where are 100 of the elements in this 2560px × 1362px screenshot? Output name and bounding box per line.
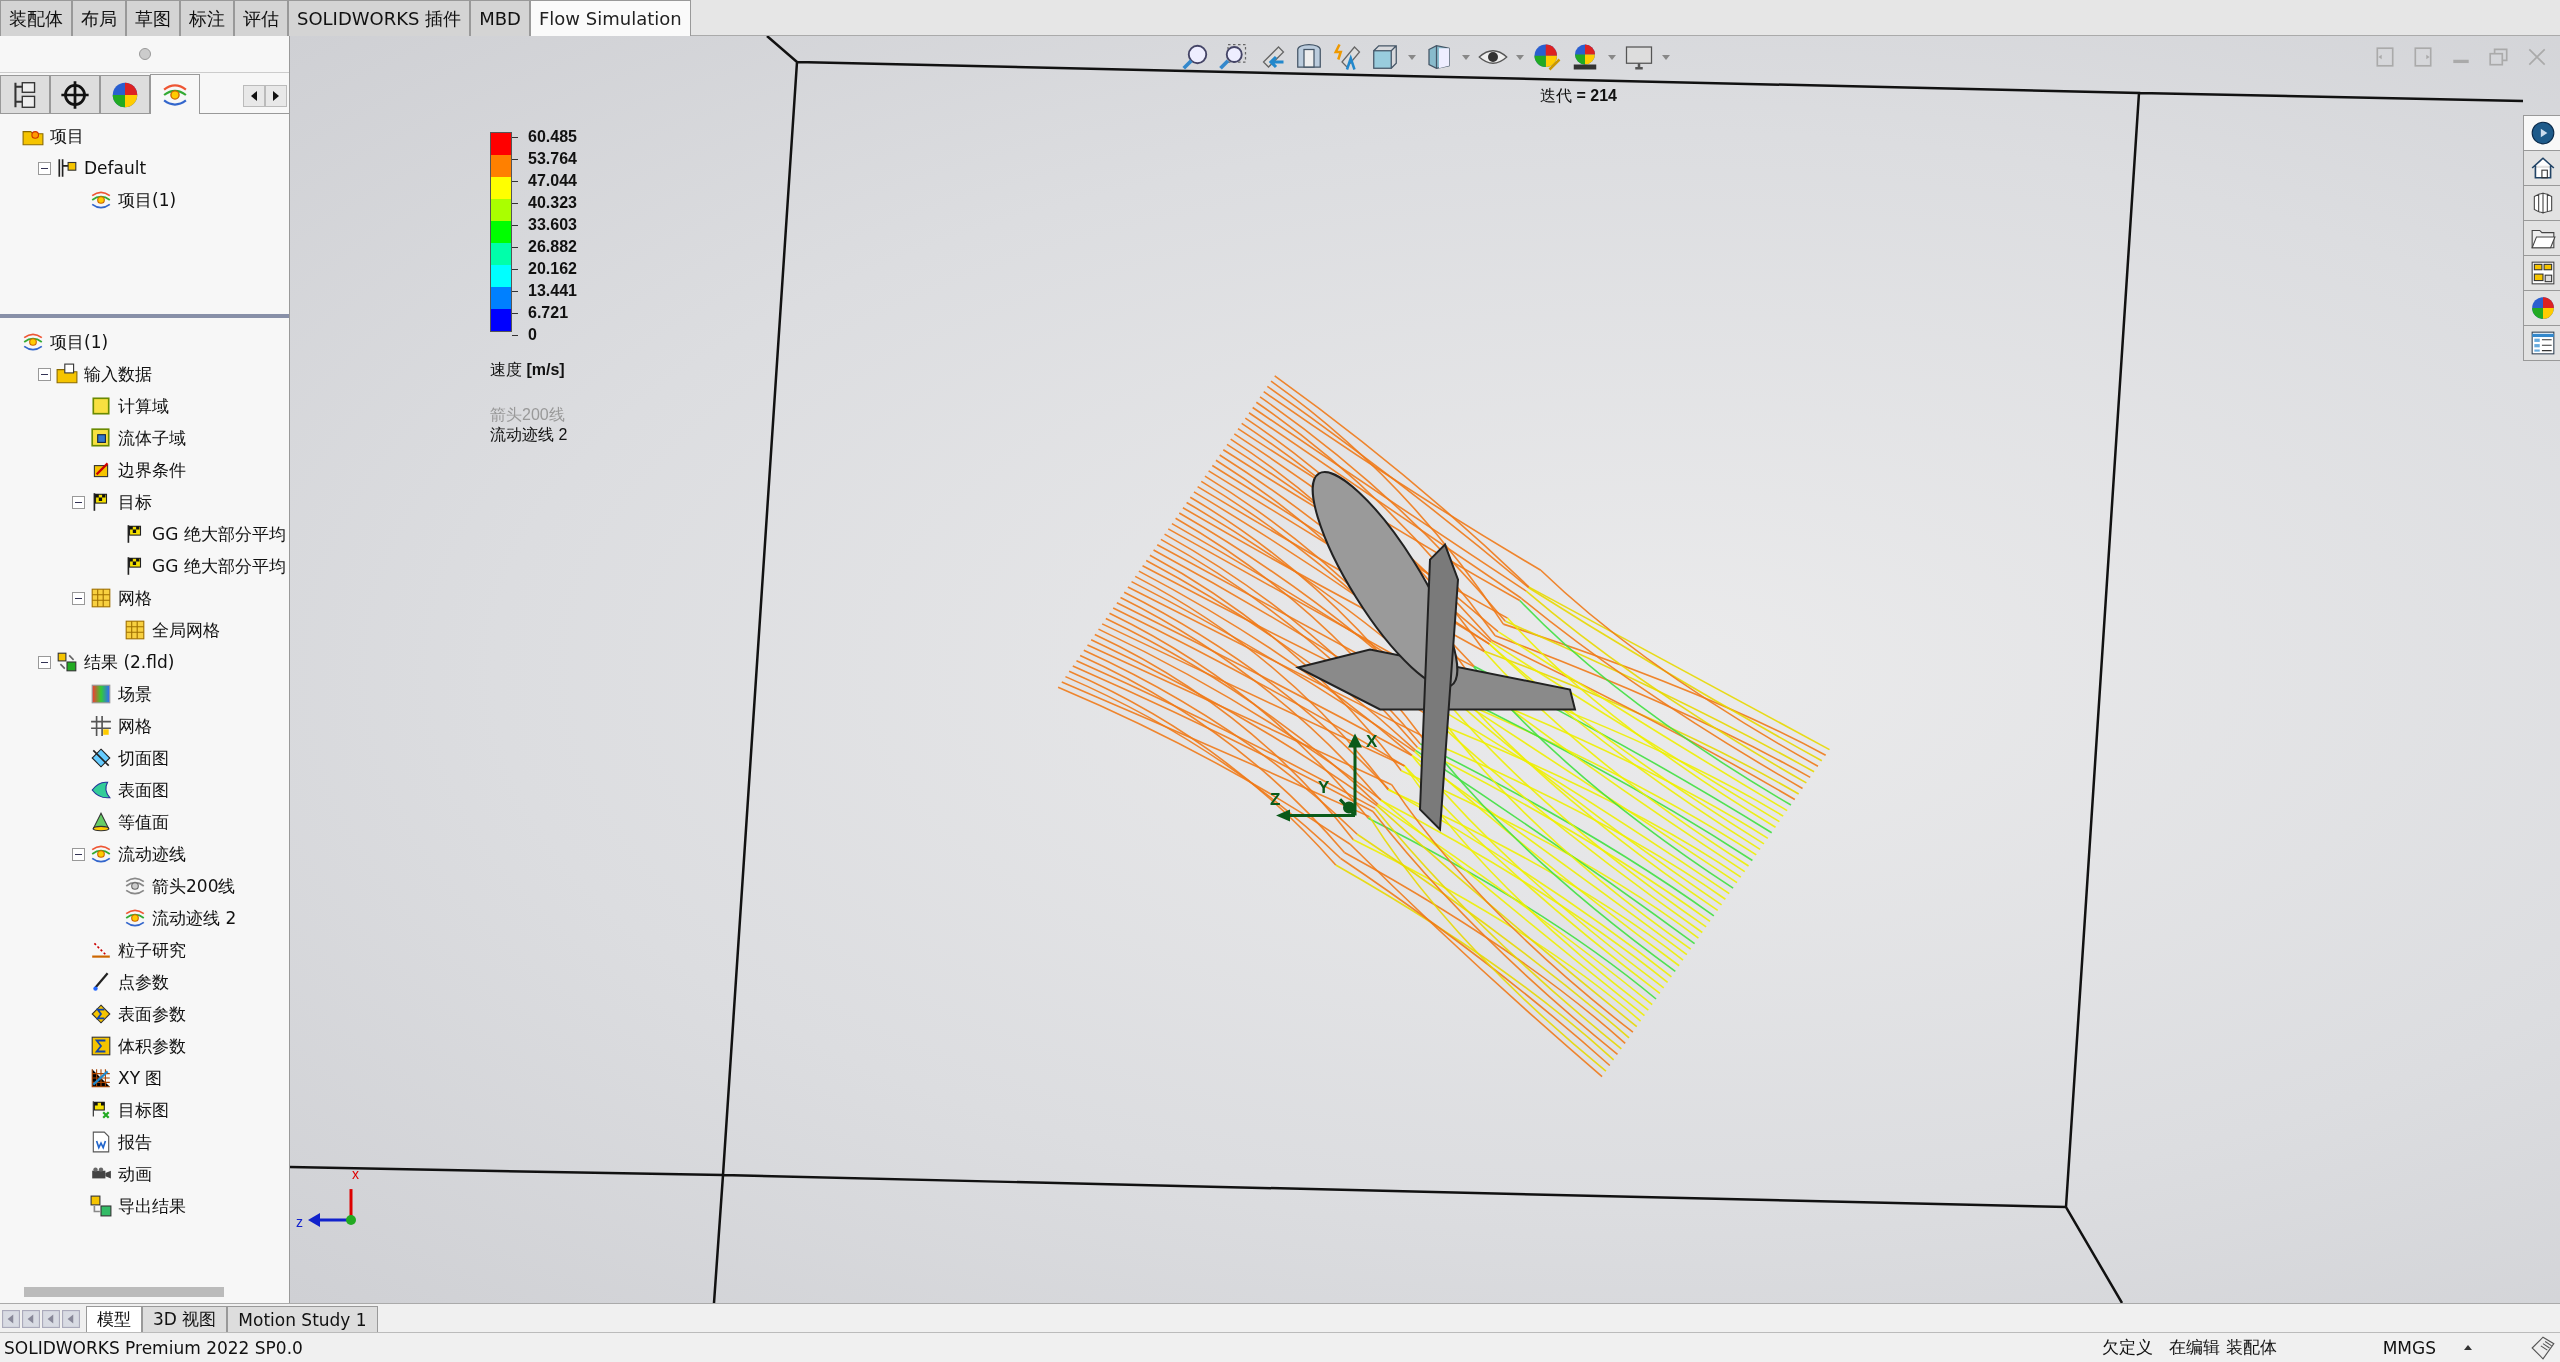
configuration-icon [56,157,78,179]
tree-item[interactable]: XY 图 [116,1066,165,1090]
tree-item[interactable]: 目标 [116,490,154,514]
axis-label: Z [1270,790,1281,810]
scale-value: 20.162 [528,260,577,278]
export-icon [90,1195,112,1217]
tree-item[interactable]: 边界条件 [116,458,188,482]
tree-item[interactable]: 输入数据 [82,362,154,386]
tree-item[interactable]: 等值面 [116,810,171,834]
caret-icon[interactable] [2464,1345,2472,1350]
color-ball-icon[interactable] [1532,42,1562,72]
cut-plot-icon [90,747,112,769]
tree-item[interactable]: GG 绝大部分平均 [150,554,288,578]
streamline-icon [90,189,112,211]
tree-item[interactable]: 流动迹线 2 [150,906,239,930]
folder-icon[interactable] [2523,220,2560,256]
caret-icon [250,91,258,101]
product-version: SOLIDWORKS Premium 2022 SP0.0 [4,1337,303,1358]
corner-triad-drawing [308,1189,356,1228]
collapse-icon[interactable] [72,495,85,509]
collapse-icon[interactable] [72,591,85,605]
tree-item[interactable]: 流动迹线 [116,842,188,866]
tree-item[interactable]: 点参数 [116,970,171,994]
gradient-icon [90,683,112,705]
tree-item[interactable]: 项目 [48,124,86,148]
plot-label: 流动迹线 2 [490,425,569,445]
command-tab[interactable]: 标注 [180,0,234,36]
tree-item[interactable]: 动画 [116,1162,154,1186]
tree-item[interactable]: 网格 [116,714,154,738]
command-tab[interactable]: 布局 [72,0,126,36]
document-icon [90,1131,112,1153]
axis-label: z [296,1214,303,1231]
zoom-fit-icon[interactable] [1180,42,1210,72]
scroll-left-button[interactable] [243,85,265,107]
model-tab[interactable]: 3D 视图 [142,1306,228,1332]
collapse-icon[interactable] [38,367,51,381]
folder-icon [56,363,78,385]
view-orientation-icon[interactable] [1370,42,1400,72]
zoom-area-icon[interactable] [1218,42,1248,72]
tree-item[interactable]: 表面图 [116,778,171,802]
tree-item[interactable]: 体积参数 [116,1034,188,1058]
property-list-icon[interactable] [2523,325,2560,361]
command-tab[interactable]: 评估 [234,0,288,36]
grid-cube-icon [124,619,146,641]
scale-value: 47.044 [528,172,577,190]
scale-value: 33.603 [528,216,577,234]
compass-icon[interactable] [2523,115,2560,151]
tree-item[interactable]: 粒子研究 [116,938,188,962]
command-tab[interactable]: MBD [470,0,530,36]
command-tab[interactable]: 装配体 [0,0,72,36]
collapse-icon[interactable] [38,161,51,175]
tree-item[interactable]: 项目(1) [48,330,111,354]
model-tab[interactable]: Motion Study 1 [227,1306,378,1332]
sigma-cube-icon [90,1035,112,1057]
scroll-right-button[interactable] [265,85,287,107]
sigma-icon [90,1003,112,1025]
scale-value: 40.323 [528,194,577,212]
tree-item[interactable]: 切面图 [116,746,171,770]
scale-value: 60.485 [528,128,577,146]
command-tab[interactable]: 草图 [126,0,180,36]
tree-item[interactable]: 表面参数 [116,1002,188,1026]
cube-icon [90,395,112,417]
command-tab[interactable]: SOLIDWORKS 插件 [288,0,471,36]
tree-item[interactable]: 结果 (2.fld) [82,650,177,674]
command-tab[interactable]: Flow Simulation [529,0,691,36]
tree-item[interactable]: 流体子域 [116,426,188,450]
tree-item[interactable]: 计算域 [116,394,171,418]
axis-label: x [352,1166,359,1183]
home-icon[interactable] [2523,150,2560,186]
tree-item[interactable]: 目标图 [116,1098,171,1122]
books-icon[interactable] [2523,185,2560,221]
legend-title: 速度 [m/s] [490,360,566,380]
tree-item[interactable]: 全局网格 [150,618,222,642]
caret-icon [272,91,280,101]
streamline-icon [124,875,146,897]
tree-item[interactable]: Default [82,158,149,178]
layout-icon[interactable] [2523,255,2560,291]
tree-item[interactable]: GG 绝大部分平均 [150,522,288,546]
collapse-icon[interactable] [38,655,51,669]
collapse-icon[interactable] [72,847,85,861]
scrollbar-thumb[interactable] [24,1287,224,1297]
cube-icon [90,427,112,449]
tree-item[interactable]: 报告 [116,1130,154,1154]
unit-system[interactable]: MMGS [2382,1337,2436,1358]
tree-item[interactable]: 项目(1) [116,188,179,212]
scale-value: 6.721 [528,304,569,322]
tree-item[interactable]: 箭头200线 [150,874,238,898]
tree-item[interactable]: 场景 [116,682,154,706]
scale-value: 26.882 [528,238,577,256]
grid-icon [90,715,112,737]
tree-item[interactable]: 网格 [116,586,154,610]
panel-tab[interactable] [0,75,50,113]
definition-status: 欠定义 [2102,1336,2154,1359]
panel-tab[interactable] [50,75,100,113]
editing-status: 在编辑 装配体 [2169,1336,2277,1359]
panel-handle[interactable] [138,48,151,60]
scale-value: 53.764 [528,150,577,168]
tag-icon[interactable] [2530,1334,2556,1361]
model-tab[interactable]: 模型 [86,1306,142,1332]
tree-item[interactable]: 导出结果 [116,1194,188,1218]
